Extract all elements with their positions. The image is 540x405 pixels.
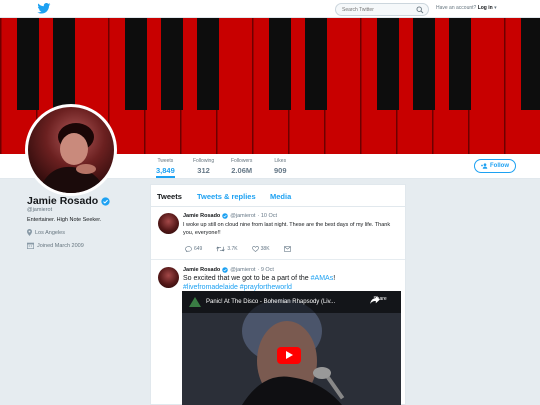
top-nav: Have an account? Log in ▾ xyxy=(0,0,540,18)
stat-label: Followers xyxy=(231,158,253,164)
black-key xyxy=(197,18,219,110)
chevron-down-icon: ▾ xyxy=(494,5,497,11)
tweet-header: Jamie Rosado @jamierot · 10 Oct xyxy=(183,213,277,219)
verified-badge-icon xyxy=(222,213,229,219)
search-box[interactable] xyxy=(335,3,429,16)
white-key-divider xyxy=(252,18,254,154)
tab-media[interactable]: Media xyxy=(270,192,291,201)
play-button[interactable] xyxy=(277,347,301,364)
like-action[interactable]: 38K xyxy=(251,246,270,252)
stat-value: 2.06M xyxy=(231,166,253,175)
follow-label: Follow xyxy=(490,163,509,169)
joined-text: Joined March 2009 xyxy=(37,242,84,249)
retweet-icon xyxy=(216,246,226,252)
stat-label: Likes xyxy=(274,158,287,164)
share-button[interactable]: Share xyxy=(370,296,390,304)
tweet-date[interactable]: · 9 Oct xyxy=(257,267,274,273)
location-text: Los Angeles xyxy=(35,229,65,236)
tweet-text-part: So excited that we got to be a part of t… xyxy=(183,275,311,282)
tab-tweets[interactable]: Tweets xyxy=(157,192,182,201)
message-action[interactable] xyxy=(283,246,291,252)
profile-bio: Entertainer. High Note Seeker. xyxy=(27,217,102,223)
tweet-author-name[interactable]: Jamie Rosado xyxy=(183,267,220,273)
profile-joined: Joined March 2009 xyxy=(27,242,84,249)
login-prompt: Have an account? xyxy=(436,5,477,11)
tweet-date[interactable]: · 10 Oct xyxy=(257,213,277,219)
location-pin-icon xyxy=(27,229,32,236)
profile-name: Jamie Rosado xyxy=(27,195,110,207)
follow-button[interactable]: Follow xyxy=(474,159,516,173)
login-label[interactable]: Log in xyxy=(478,5,493,11)
stat-followers[interactable]: Followers 2.06M xyxy=(231,158,252,175)
verified-badge-icon xyxy=(101,196,110,206)
stat-value: 909 xyxy=(274,166,287,175)
video-title[interactable]: Panic! At The Disco - Bohemian Rhapsody … xyxy=(206,299,335,305)
search-icon[interactable] xyxy=(416,6,424,14)
verified-badge-icon xyxy=(222,267,229,273)
tweet-text: I woke up still on cloud nine from last … xyxy=(183,222,391,236)
timeline-tabs: Tweets Tweets & replies Media xyxy=(151,185,405,207)
hashtag-link[interactable]: #AMAs xyxy=(311,275,334,282)
reply-action[interactable]: 649 xyxy=(185,246,202,252)
tweet-author-handle[interactable]: @jamierot xyxy=(230,213,255,219)
avatar-photo xyxy=(38,123,106,193)
black-key xyxy=(413,18,435,110)
tab-tweets-replies[interactable]: Tweets & replies xyxy=(197,192,256,201)
black-key xyxy=(125,18,147,110)
stat-value: 3,849 xyxy=(156,166,175,175)
like-count: 38K xyxy=(260,246,270,252)
add-user-icon xyxy=(481,163,488,169)
stat-tweets[interactable]: Tweets 3,849 xyxy=(156,158,175,178)
stat-following[interactable]: Following 312 xyxy=(193,158,214,175)
hashtag-link[interactable]: #livefromadelaide #prayfortheworld xyxy=(183,284,292,291)
black-key xyxy=(269,18,291,110)
tweet-avatar[interactable] xyxy=(158,213,179,234)
share-arrow-icon xyxy=(370,296,380,304)
profile-location: Los Angeles xyxy=(27,229,65,236)
video-embed[interactable]: Panic! At The Disco - Bohemian Rhapsody … xyxy=(182,291,401,405)
black-key xyxy=(305,18,327,110)
tweet-actions: 649 3.7K 38K xyxy=(185,246,291,252)
profile-handle[interactable]: @jamierot xyxy=(27,207,52,213)
black-key xyxy=(17,18,39,110)
search-input[interactable] xyxy=(342,7,412,13)
profile-avatar[interactable] xyxy=(25,104,117,196)
white-key-divider xyxy=(360,18,362,154)
envelope-icon xyxy=(283,246,291,252)
white-key-divider xyxy=(0,18,2,154)
black-key xyxy=(449,18,471,110)
reply-count: 649 xyxy=(194,246,203,252)
channel-logo-icon xyxy=(189,297,201,307)
black-key xyxy=(161,18,183,110)
calendar-icon xyxy=(27,242,34,249)
tweet-text: So excited that we got to be a part of t… xyxy=(183,274,399,292)
tweet-item[interactable]: Jamie Rosado @jamierot · 10 Oct I woke u… xyxy=(151,207,405,260)
twitter-bird-icon[interactable] xyxy=(37,3,51,14)
retweet-action[interactable]: 3.7K xyxy=(216,246,238,252)
stat-value: 312 xyxy=(197,166,210,175)
tweet-header: Jamie Rosado @jamierot · 9 Oct xyxy=(183,267,274,273)
reply-icon xyxy=(185,246,192,252)
tweet-avatar[interactable] xyxy=(158,267,179,288)
heart-icon xyxy=(251,246,259,252)
tweet-text-part: ! xyxy=(333,275,336,282)
stat-label: Following xyxy=(193,158,215,164)
stat-likes[interactable]: Likes 909 xyxy=(274,158,287,175)
stat-label: Tweets xyxy=(157,158,174,164)
white-key-divider xyxy=(504,18,506,154)
tweet-author-handle[interactable]: @jamierot xyxy=(230,267,255,273)
retweet-count: 3.7K xyxy=(227,246,238,252)
profile-name-text: Jamie Rosado xyxy=(27,195,99,207)
login-link[interactable]: Have an account? Log in ▾ xyxy=(436,5,497,11)
black-key xyxy=(53,18,75,110)
black-key xyxy=(377,18,399,110)
black-key xyxy=(521,18,540,110)
tweet-author-name[interactable]: Jamie Rosado xyxy=(183,213,220,219)
